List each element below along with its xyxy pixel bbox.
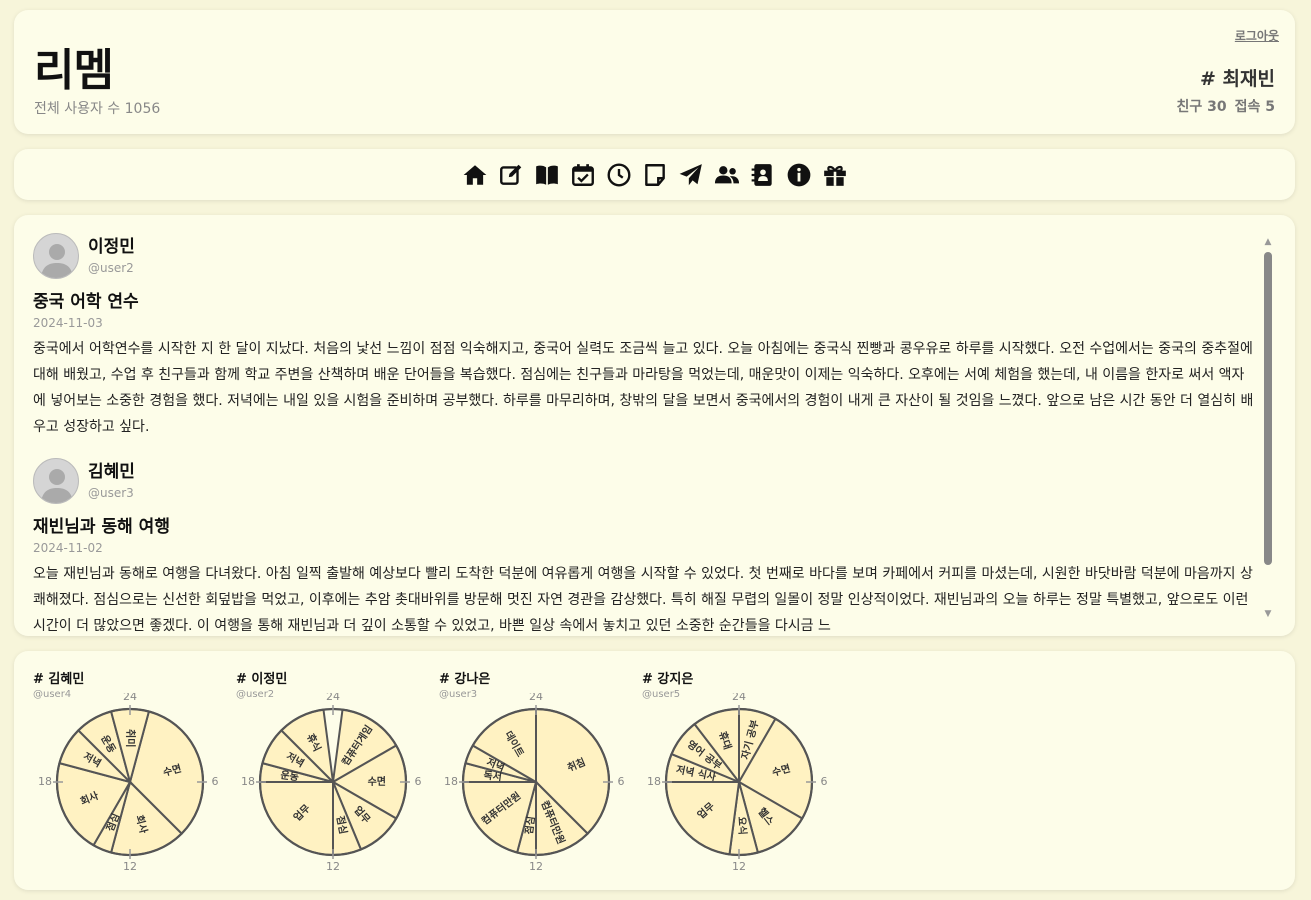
clock-hour-label: 6 xyxy=(618,775,625,788)
calendar-check-icon[interactable] xyxy=(569,161,597,189)
schedule-card[interactable]: # 강지은 @user5 자기 공부 수면 헬스 요식 업무 저녁 식사 영어 공부 휴대 24… xyxy=(642,671,832,881)
scrollbar-thumb[interactable] xyxy=(1264,252,1272,565)
schedule-card[interactable]: # 김혜민 @user4 수면 회사 점심 회사 저녁 운동 취미 24 6 12 18 xyxy=(33,671,223,881)
schedule-card[interactable]: # 강나은 @user3 취침 컴퓨터만원 점심 컴퓨터만원 독서 저녁 데이트 24 6 12 1… xyxy=(439,671,629,881)
schedule-card[interactable]: # 이정민 @user2 컴퓨터게임 수면 업무 점심 업무 운동 저녁 휴식 24 6 12 18 xyxy=(236,671,426,881)
post-body: 중국에서 어학연수를 시작한 지 한 달이 지났다. 처음의 낯선 느낌이 점점… xyxy=(33,341,1254,435)
diary-feed[interactable]: 이정민 @user2 중국 어학 연수 2024-11-03 중국에서 어학연수… xyxy=(14,215,1295,636)
clock-hour-label: 12 xyxy=(732,860,746,873)
edit-icon[interactable] xyxy=(497,161,525,189)
scroll-up-arrow-icon[interactable]: ▲ xyxy=(1263,237,1273,247)
users-icon[interactable] xyxy=(713,161,741,189)
slice-label: 운동 xyxy=(280,769,300,783)
book-icon[interactable] xyxy=(533,161,561,189)
clock-hour-label: 18 xyxy=(38,775,52,788)
schedule-clock-chart: 자기 공부수면헬스요식업무저녁 식사영어 공부휴대2461218 xyxy=(647,693,828,873)
clock-hour-label: 12 xyxy=(326,860,340,873)
post-author: 김혜민 @user3 xyxy=(88,460,135,502)
clock-hour-label: 18 xyxy=(444,775,458,788)
nav-bar xyxy=(14,149,1295,200)
user-count: 전체 사용자 수 1056 xyxy=(34,101,161,117)
clock-hour-label: 6 xyxy=(415,775,422,788)
author-name[interactable]: 이정민 xyxy=(88,235,135,259)
app-title: 리멤 xyxy=(34,45,114,96)
post-date: 2024-11-02 xyxy=(33,541,103,555)
author-handle: @user3 xyxy=(88,486,134,500)
current-user-name: # 최재빈 xyxy=(1200,68,1275,90)
home-icon[interactable] xyxy=(461,161,489,189)
gift-icon[interactable] xyxy=(821,161,849,189)
post-body: 오늘 재빈님과 동해로 여행을 다녀왔다. 아침 일찍 출발해 예상보다 빨리 … xyxy=(33,566,1253,634)
schedule-owner[interactable]: # 김혜민 xyxy=(33,671,223,689)
logout-link[interactable]: 로그아웃 xyxy=(1235,27,1279,44)
clock-hour-label: 6 xyxy=(821,775,828,788)
diary-post[interactable]: 이정민 @user2 중국 어학 연수 2024-11-03 중국에서 어학연수… xyxy=(33,233,1255,440)
post-title: 재빈님과 동해 여행 xyxy=(33,517,170,537)
clock-hour-label: 18 xyxy=(647,775,661,788)
clock-hour-label: 6 xyxy=(212,775,219,788)
schedule-clock-chart: 수면회사점심회사저녁운동 취미2461218 xyxy=(38,693,219,873)
slice-label: 취미 xyxy=(124,729,137,747)
send-icon[interactable] xyxy=(677,161,705,189)
friend-schedules: # 김혜민 @user4 수면 회사 점심 회사 저녁 운동 취미 24 6 12 18 # 이정민… xyxy=(14,651,1295,890)
note-icon[interactable] xyxy=(641,161,669,189)
visit-count: 접속 5 xyxy=(1234,99,1275,115)
avatar[interactable] xyxy=(33,233,79,279)
clock-hour-label: 12 xyxy=(123,860,137,873)
header-card: 리멤 전체 사용자 수 1056 로그아웃 # 최재빈 친구 30 접속 5 xyxy=(14,10,1295,134)
feed-scrollbar[interactable]: ▲ ▼ xyxy=(1263,237,1273,619)
clock-hour-label: 24 xyxy=(123,693,137,703)
schedule-owner[interactable]: # 강지은 xyxy=(642,671,832,689)
schedule-clock-chart: 취침컴퓨터만원점심컴퓨터만원독서저녁데이트2461218 xyxy=(444,693,625,873)
clock-hour-label: 24 xyxy=(732,693,746,703)
current-user-stats: 친구 30 접속 5 xyxy=(1176,96,1275,116)
avatar[interactable] xyxy=(33,458,79,504)
slice-label: 요식 xyxy=(735,816,749,835)
post-date: 2024-11-03 xyxy=(33,316,103,330)
schedule-owner[interactable]: # 이정민 xyxy=(236,671,426,689)
slice-label: 수면 xyxy=(368,775,386,788)
clock-hour-label: 24 xyxy=(529,693,543,703)
scroll-down-arrow-icon[interactable]: ▼ xyxy=(1263,609,1273,619)
diary-post[interactable]: 김혜민 @user3 재빈님과 동해 여행 2024-11-02 오늘 재빈님과… xyxy=(33,458,1255,636)
clock-hour-label: 12 xyxy=(529,860,543,873)
post-header: 김혜민 @user3 xyxy=(33,458,1255,504)
clock-hour-label: 18 xyxy=(241,775,255,788)
author-handle: @user2 xyxy=(88,261,134,275)
info-icon[interactable] xyxy=(785,161,813,189)
clock-hour-label: 24 xyxy=(326,693,340,703)
post-author: 이정민 @user2 xyxy=(88,235,135,277)
friend-count[interactable]: 친구 30 xyxy=(1176,99,1226,115)
address-book-icon[interactable] xyxy=(749,161,777,189)
post-header: 이정민 @user2 xyxy=(33,233,1255,279)
author-name[interactable]: 김혜민 xyxy=(88,460,135,484)
schedule-owner[interactable]: # 강나은 xyxy=(439,671,629,689)
clock-icon[interactable] xyxy=(605,161,633,189)
feed-list[interactable]: 이정민 @user2 중국 어학 연수 2024-11-03 중국에서 어학연수… xyxy=(33,233,1255,636)
schedule-clock-chart: 컴퓨터게임수면업무점심업무운동저녁휴식2461218 xyxy=(241,693,422,873)
post-title: 중국 어학 연수 xyxy=(33,292,139,312)
